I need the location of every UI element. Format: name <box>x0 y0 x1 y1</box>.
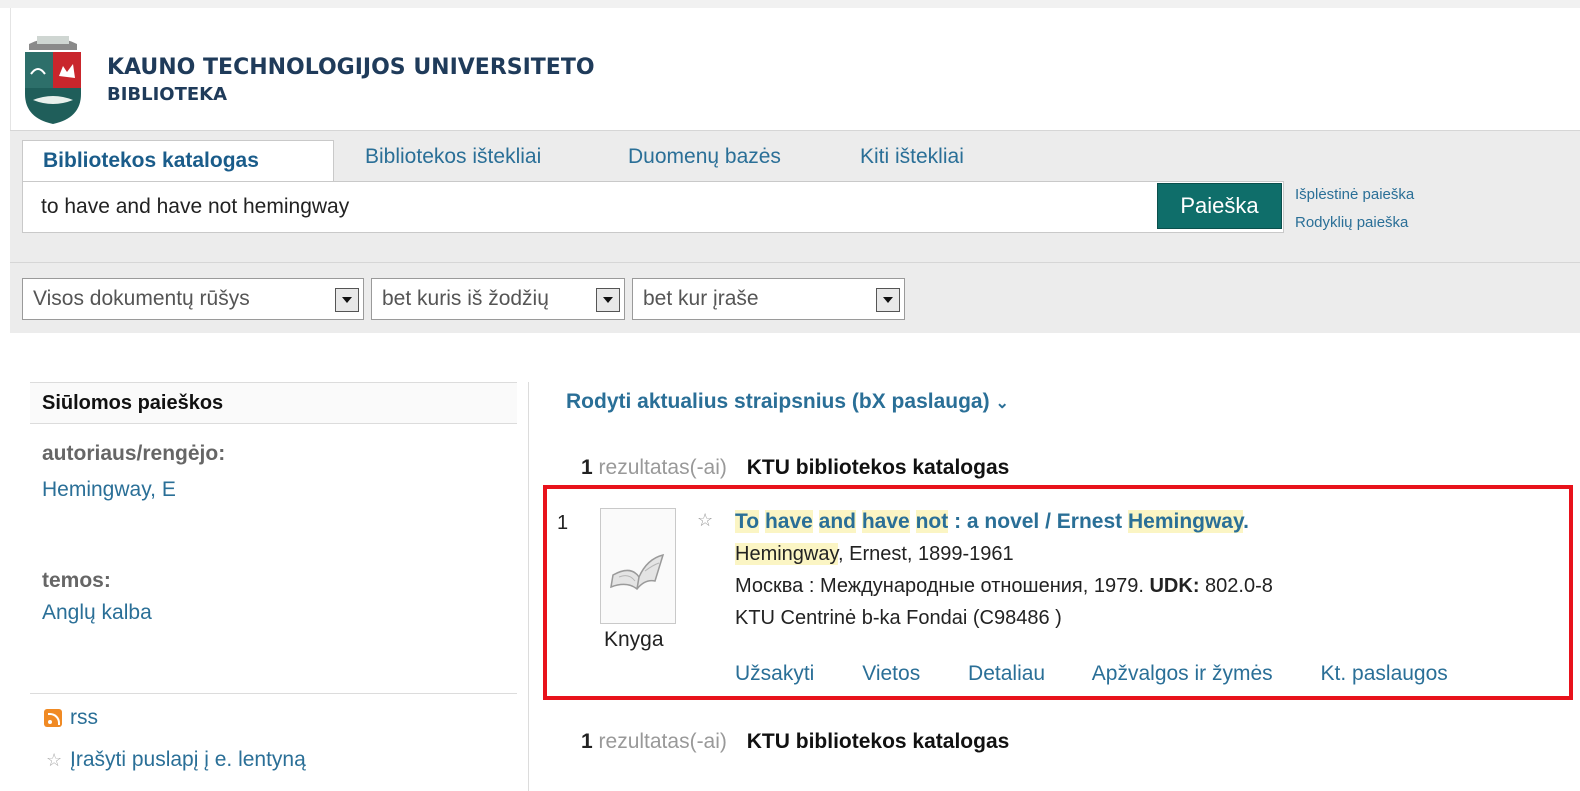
save-page-link[interactable]: Įrašyti puslapį į e. lentyną <box>70 748 306 772</box>
details-link[interactable]: Detaliau <box>968 662 1045 685</box>
chevron-down-icon[interactable] <box>876 288 900 312</box>
result-count-label: rezultatas(-ai) <box>598 456 727 479</box>
result-count-bottom: 1 rezultatas(-ai) KTU bibliotekos katalo… <box>581 730 1009 754</box>
catalog-name: KTU bibliotekos katalogas <box>746 730 1010 753</box>
author-facet-link[interactable]: Hemingway, E <box>42 478 176 502</box>
book-thumbnail[interactable] <box>600 508 676 624</box>
sidebar-divider <box>30 693 517 694</box>
other-services-link[interactable]: Kt. paslaugos <box>1321 662 1448 685</box>
chevron-down-icon[interactable] <box>335 288 359 312</box>
library-name: BIBLIOTEKA <box>107 84 228 105</box>
tab-label: Bibliotekos katalogas <box>43 149 259 172</box>
tab-kiti-istekliai[interactable]: Kiti ištekliai <box>860 145 964 169</box>
result-publication: Москва : Международные отношения, 1979. … <box>735 575 1273 598</box>
publication: Москва : Международные отношения, 1979. <box>735 575 1144 597</box>
match-value: bet kuris iš žodžių <box>382 287 549 310</box>
result-count-top: 1 rezultatas(-ai) KTU bibliotekos katalo… <box>581 456 1009 480</box>
author-rest: , Ernest, 1899-1961 <box>838 543 1014 565</box>
chevron-down-icon[interactable] <box>596 288 620 312</box>
udk-label: UDK: <box>1149 575 1200 597</box>
tab-bibliotekos-istekliai[interactable]: Bibliotekos ištekliai <box>365 145 541 169</box>
chevron-down-icon: ⌄ <box>995 395 1009 412</box>
result-count-label: rezultatas(-ai) <box>598 730 727 753</box>
bx-articles-label: Rodyti aktualius straipsnius (bX paslaug… <box>566 390 990 413</box>
rss-icon[interactable] <box>44 709 62 727</box>
result-author: Hemingway, Ernest, 1899-1961 <box>735 543 1014 566</box>
author-highlight: Hemingway <box>735 543 838 565</box>
doc-type-select[interactable]: Visos dokumentų rūšys <box>22 278 364 320</box>
result-index: 1 <box>557 512 569 534</box>
order-link[interactable]: Užsakyti <box>735 662 814 685</box>
suggested-searches-header: Siūlomos paieškos <box>30 382 517 424</box>
result-count: 1 <box>581 730 593 753</box>
university-logo[interactable] <box>23 30 83 126</box>
scope-select[interactable]: bet kur įraše <box>632 278 905 320</box>
search-box <box>22 181 1284 233</box>
search-input[interactable] <box>41 194 1141 220</box>
search-button[interactable]: Paieška <box>1157 183 1282 229</box>
result-count: 1 <box>581 456 593 479</box>
advanced-search-link[interactable]: Išplėstinė paieška <box>1295 186 1414 203</box>
result-actions: Užsakyti Vietos Detaliau Apžvalgos ir žy… <box>735 662 1490 686</box>
book-icon <box>610 553 665 591</box>
index-search-link[interactable]: Rodyklių paieška <box>1295 214 1408 231</box>
tab-duomenu-bazes[interactable]: Duomenų bazės <box>628 145 781 169</box>
author-facet-heading: autoriaus/rengėjo: <box>42 442 226 465</box>
udk-value: 802.0-8 <box>1205 575 1273 597</box>
topics-facet-heading: temos: <box>42 569 111 592</box>
scope-value: bet kur įraše <box>643 287 759 310</box>
result-holdings: KTU Centrinė b-ka Fondai (C98486 ) <box>735 607 1062 629</box>
document-type: Knyga <box>604 628 664 651</box>
doc-type-value: Visos dokumentų rūšys <box>33 287 250 310</box>
topic-facet-link[interactable]: Anglų kalba <box>42 601 152 625</box>
tab-bibliotekos-katalogas[interactable]: Bibliotekos katalogas <box>22 140 334 183</box>
star-icon[interactable]: ☆ <box>46 750 62 771</box>
column-divider <box>528 382 529 791</box>
result-title[interactable]: To have and have not : a novel / Ernest … <box>735 510 1249 534</box>
suggested-searches-title: Siūlomos paieškos <box>42 392 224 414</box>
rss-link[interactable]: rss <box>70 706 98 730</box>
top-band <box>0 0 1580 8</box>
university-name: KAUNO TECHNOLOGIJOS UNIVERSITETO <box>107 55 595 80</box>
bx-articles-link[interactable]: Rodyti aktualius straipsnius (bX paslaug… <box>566 390 1009 414</box>
match-select[interactable]: bet kuris iš žodžių <box>371 278 625 320</box>
star-icon[interactable]: ☆ <box>697 510 713 531</box>
reviews-tags-link[interactable]: Apžvalgos ir žymės <box>1092 662 1273 685</box>
site-header: KAUNO TECHNOLOGIJOS UNIVERSITETO BIBLIOT… <box>10 8 1580 130</box>
locations-link[interactable]: Vietos <box>862 662 920 685</box>
catalog-name: KTU bibliotekos katalogas <box>746 456 1010 479</box>
